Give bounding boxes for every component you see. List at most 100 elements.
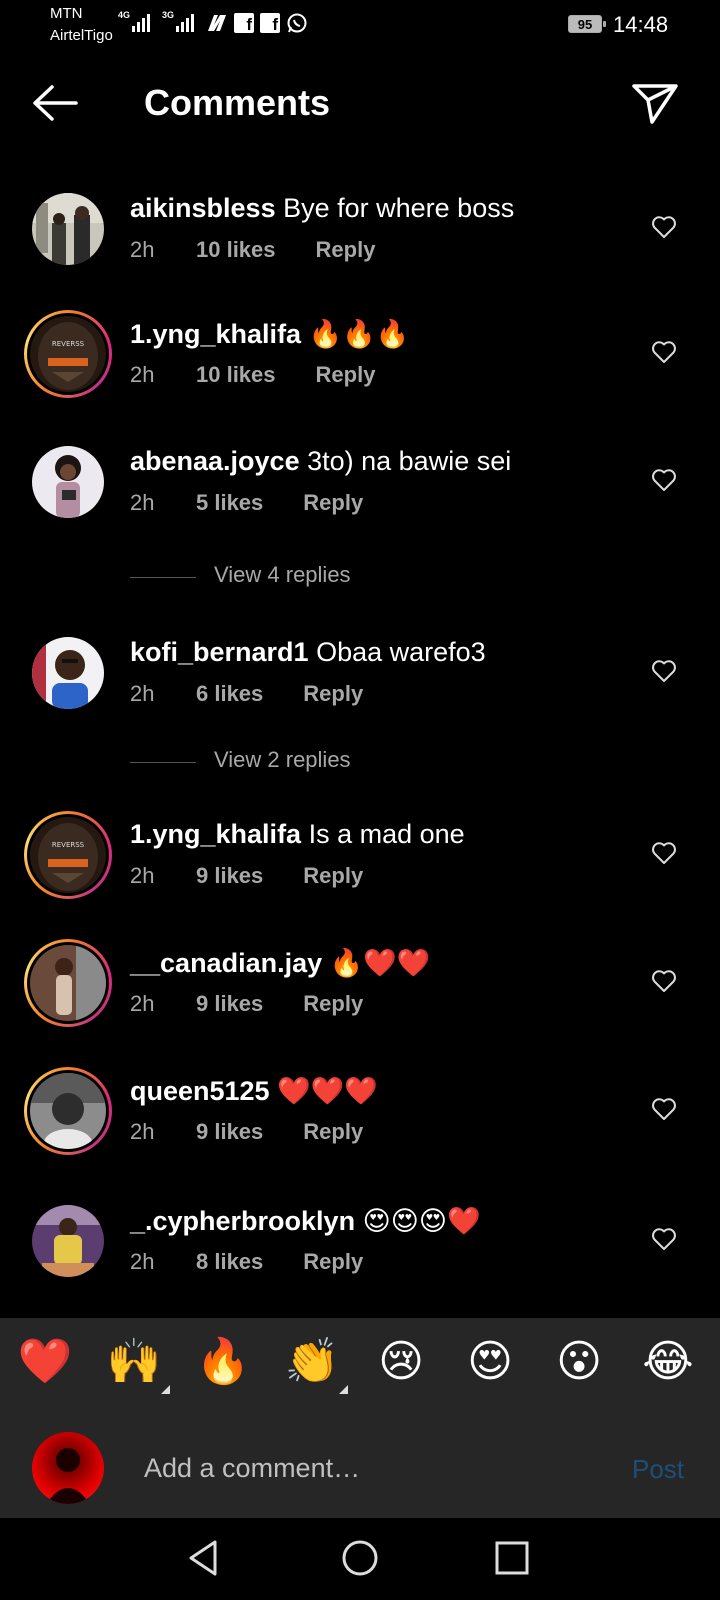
view-replies-label: View 4 replies xyxy=(214,562,351,587)
carrier-secondary: AirtelTigo xyxy=(50,27,113,44)
heart-outline-icon[interactable] xyxy=(651,468,677,492)
comment-text: __canadian.jay 🔥❤️❤️ xyxy=(130,947,431,979)
quick-emoji-bar: ❤️ 🙌 🔥 👏 😢 😍 😮 😂 xyxy=(0,1318,720,1418)
comment-item: __canadian.jay 🔥❤️❤️ 2h 9 likes Reply xyxy=(0,939,720,1047)
reply-button[interactable]: Reply xyxy=(303,1119,363,1145)
post-button[interactable]: Post xyxy=(632,1454,684,1485)
comment-text: _.cypherbrooklyn 😍😍😍❤️ xyxy=(130,1205,481,1237)
view-replies-button[interactable]: View 4 replies xyxy=(130,562,530,592)
comment-text: aikinsbless Bye for where boss xyxy=(130,193,514,224)
comment-meta: 2h 5 likes Reply xyxy=(130,490,363,516)
battery-indicator: 95 xyxy=(568,15,606,33)
comment-likes[interactable]: 9 likes xyxy=(196,863,263,889)
comment-text: abenaa.joyce 3to) na bawie sei xyxy=(130,446,511,477)
share-button[interactable] xyxy=(630,80,680,126)
comment-meta: 2h 10 likes Reply xyxy=(130,362,375,388)
avatar[interactable] xyxy=(32,193,104,265)
comment-username[interactable]: aikinsbless xyxy=(130,193,276,223)
svg-text:REVERSS: REVERSS xyxy=(52,841,85,849)
emoji-clapping-button[interactable]: 👏 xyxy=(282,1332,348,1394)
reply-button[interactable]: Reply xyxy=(303,490,363,516)
comment-time: 2h xyxy=(130,1119,155,1144)
avatar: REVERSS xyxy=(30,316,106,392)
comment-item: REVERSS 1.yng_khalifa 🔥🔥🔥 2h 10 likes Re… xyxy=(0,310,720,418)
emoji-raising-hands-button[interactable]: 🙌 xyxy=(104,1332,170,1394)
avatar: REVERSS xyxy=(30,817,106,893)
comment-time: 2h xyxy=(130,1249,155,1274)
comment-likes[interactable]: 8 likes xyxy=(196,1249,263,1275)
replies-divider xyxy=(130,762,196,763)
comment-body: Bye for where boss xyxy=(283,193,515,223)
comment-text: 1.yng_khalifa Is a mad one xyxy=(130,819,465,850)
comment-item: queen5125 ❤️❤️❤️ 2h 9 likes Reply xyxy=(0,1067,720,1175)
reply-button[interactable]: Reply xyxy=(303,681,363,707)
status-icons: 4G 3G f f xyxy=(118,10,308,36)
comment-username[interactable]: _.cypherbrooklyn xyxy=(130,1206,355,1236)
comment-text: 1.yng_khalifa 🔥🔥🔥 xyxy=(130,318,409,350)
comment-username[interactable]: abenaa.joyce xyxy=(130,446,300,476)
comment-likes[interactable]: 6 likes xyxy=(196,681,263,707)
comment-body: 3to) na bawie sei xyxy=(307,446,512,476)
reply-button[interactable]: Reply xyxy=(303,1249,363,1275)
comment-time: 2h xyxy=(130,362,155,387)
avatar-story-ring[interactable]: REVERSS xyxy=(24,811,112,899)
comment-item: REVERSS 1.yng_khalifa Is a mad one 2h 9 … xyxy=(0,811,720,919)
heart-outline-icon[interactable] xyxy=(651,659,677,683)
avatar-story-ring[interactable]: REVERSS xyxy=(24,310,112,398)
back-button[interactable] xyxy=(30,82,80,124)
comment-likes[interactable]: 10 likes xyxy=(196,237,276,263)
comment-username[interactable]: queen5125 xyxy=(130,1076,270,1106)
comment-meta: 2h 9 likes Reply xyxy=(130,1119,363,1145)
triangle-back-icon[interactable] xyxy=(183,1536,227,1580)
comment-likes[interactable]: 5 likes xyxy=(196,490,263,516)
current-user-avatar xyxy=(32,1432,104,1504)
emoji-surprised-button[interactable]: 😮 xyxy=(549,1332,609,1392)
signal-icon-sim2: 3G xyxy=(162,10,200,34)
emoji-heart-eyes-button[interactable]: 😍 xyxy=(460,1332,520,1392)
square-recent-icon[interactable] xyxy=(490,1536,534,1580)
comment-body: Is a mad one xyxy=(308,819,465,849)
comment-likes[interactable]: 9 likes xyxy=(196,991,263,1017)
reply-button[interactable]: Reply xyxy=(303,863,363,889)
avatar xyxy=(30,1073,106,1149)
comment-item: abenaa.joyce 3to) na bawie sei 2h 5 like… xyxy=(0,446,720,546)
emoji-heart-button[interactable]: ❤️ xyxy=(15,1332,75,1392)
replies-divider xyxy=(130,577,196,578)
avatar[interactable] xyxy=(32,446,104,518)
avatar[interactable] xyxy=(32,1205,104,1277)
emoji-crying-button[interactable]: 😢 xyxy=(371,1332,431,1392)
heart-outline-icon[interactable] xyxy=(651,841,677,865)
comment-username[interactable]: __canadian.jay xyxy=(130,948,322,978)
comment-time: 2h xyxy=(130,991,155,1016)
heart-outline-icon[interactable] xyxy=(651,340,677,364)
avatar-story-ring[interactable] xyxy=(24,1067,112,1155)
comment-meta: 2h 6 likes Reply xyxy=(130,681,363,707)
svg-text:REVERSS: REVERSS xyxy=(52,340,85,348)
comment-username[interactable]: 1.yng_khalifa xyxy=(130,819,301,849)
skin-tone-indicator-icon xyxy=(339,1385,348,1394)
comment-item: _.cypherbrooklyn 😍😍😍❤️ 2h 8 likes Reply xyxy=(0,1205,720,1305)
add-comment-input[interactable] xyxy=(144,1448,584,1488)
circle-home-icon[interactable] xyxy=(338,1536,382,1580)
comment-time: 2h xyxy=(130,490,155,515)
emoji-fire-button[interactable]: 🔥 xyxy=(193,1332,253,1392)
reply-button[interactable]: Reply xyxy=(303,991,363,1017)
comment-likes[interactable]: 9 likes xyxy=(196,1119,263,1145)
heart-outline-icon[interactable] xyxy=(651,215,677,239)
avatar-story-ring[interactable] xyxy=(24,939,112,1027)
heart-outline-icon[interactable] xyxy=(651,969,677,993)
comment-likes[interactable]: 10 likes xyxy=(196,362,276,388)
heart-outline-icon[interactable] xyxy=(651,1097,677,1121)
comment-meta: 2h 10 likes Reply xyxy=(130,237,375,263)
heart-outline-icon[interactable] xyxy=(651,1227,677,1251)
comment-username[interactable]: kofi_bernard1 xyxy=(130,637,309,667)
signal-icon-sim1: 4G xyxy=(118,10,156,34)
reply-button[interactable]: Reply xyxy=(316,237,376,263)
view-replies-button[interactable]: View 2 replies xyxy=(130,747,530,777)
comment-body: Obaa warefo3 xyxy=(316,637,486,667)
avatar[interactable] xyxy=(32,637,104,709)
reply-button[interactable]: Reply xyxy=(316,362,376,388)
comment-username[interactable]: 1.yng_khalifa xyxy=(130,319,301,349)
comment-body: 😍😍😍❤️ xyxy=(362,1206,481,1236)
emoji-laughing-button[interactable]: 😂 xyxy=(638,1332,698,1392)
